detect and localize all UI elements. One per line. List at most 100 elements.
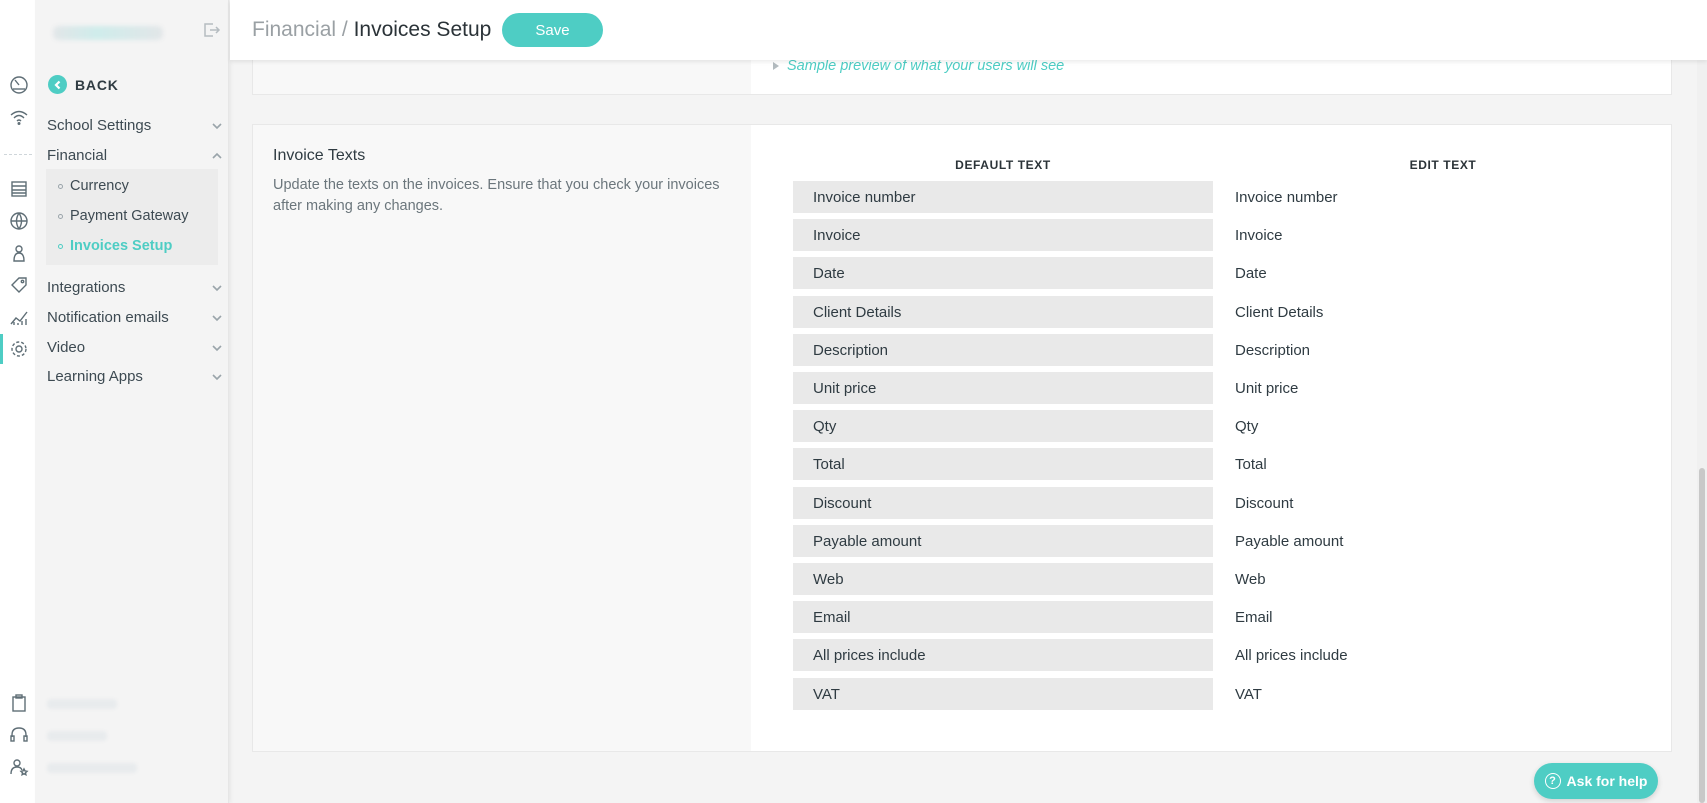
bullet-icon	[58, 183, 63, 189]
wifi-icon[interactable]	[8, 106, 30, 128]
tag-icon[interactable]	[8, 274, 30, 296]
chevron-down-icon	[211, 311, 223, 323]
edit-text-input[interactable]	[1233, 372, 1653, 404]
submenu-item-invoices-setup[interactable]: Invoices Setup	[58, 238, 172, 254]
default-text-cell: Email	[793, 601, 1213, 633]
sidebar-item-school-settings[interactable]: School Settings	[47, 112, 223, 138]
rail-active-indicator	[0, 334, 3, 364]
chart-icon[interactable]	[8, 306, 30, 328]
default-text-cell: Total	[793, 448, 1213, 480]
financial-submenu: Currency Payment Gateway Invoices Setup	[46, 169, 218, 265]
scrollbar[interactable]	[1697, 60, 1707, 803]
edit-text-input[interactable]	[1233, 334, 1653, 366]
default-text-cell: Qty	[793, 410, 1213, 442]
edit-text-input[interactable]	[1233, 678, 1653, 710]
sidebar-item-financial[interactable]: Financial	[47, 142, 223, 168]
edit-text-input[interactable]	[1233, 563, 1653, 595]
footer-placeholder	[47, 763, 137, 773]
help-icon: ?	[1544, 773, 1561, 789]
default-text-cell: Date	[793, 257, 1213, 289]
gear-icon[interactable]	[8, 338, 30, 360]
sidebar-item-label: Integrations	[47, 278, 126, 296]
submenu-item-currency[interactable]: Currency	[58, 178, 129, 194]
sidebar-item-notification-emails[interactable]: Notification emails	[47, 304, 223, 330]
sample-preview-label: Sample preview of what your users will s…	[787, 58, 1065, 74]
bullet-icon	[58, 243, 63, 249]
back-label: BACK	[75, 76, 119, 93]
icon-rail	[0, 0, 35, 803]
back-arrow-icon	[48, 75, 67, 94]
logout-icon[interactable]	[201, 20, 223, 42]
sidebar-item-label: School Settings	[47, 116, 152, 134]
default-text-cell: All prices include	[793, 639, 1213, 671]
section-title: Invoice Texts	[273, 147, 366, 164]
sidebar-item-label: Learning Apps	[47, 367, 143, 385]
save-button[interactable]: Save	[502, 13, 603, 47]
rail-divider	[4, 154, 32, 155]
default-text-cell: Discount	[793, 487, 1213, 519]
sidebar-item-label: Video	[47, 338, 86, 356]
submenu-item-payment-gateway[interactable]: Payment Gateway	[58, 208, 188, 224]
chevron-up-icon	[211, 149, 223, 161]
team-icon[interactable]	[8, 756, 30, 778]
sidebar-item-label: Notification emails	[47, 308, 169, 326]
user-icon[interactable]	[8, 242, 30, 264]
default-text-cell: Unit price	[793, 372, 1213, 404]
sidebar-item-integrations[interactable]: Integrations	[47, 274, 223, 300]
headset-icon[interactable]	[8, 724, 30, 746]
edit-text-input[interactable]	[1233, 219, 1653, 251]
section-description: Update the texts on the invoices. Ensure…	[273, 177, 720, 214]
sample-preview-toggle[interactable]: Sample preview of what your users will s…	[773, 58, 1064, 74]
default-text-cell: Web	[793, 563, 1213, 595]
edit-text-input[interactable]	[1233, 639, 1653, 671]
back-button[interactable]: BACK	[48, 75, 119, 94]
edit-text-input[interactable]	[1233, 296, 1653, 328]
help-label: Ask for help	[1566, 773, 1648, 789]
breadcrumb: Financial / Invoices Setup	[252, 18, 491, 42]
globe-icon[interactable]	[8, 210, 30, 232]
submenu-item-label: Payment Gateway	[70, 208, 189, 224]
scrollbar-thumb[interactable]	[1699, 468, 1705, 803]
list-icon[interactable]	[8, 178, 30, 200]
section-info-pane: Invoice Texts Update the texts on the in…	[253, 125, 751, 751]
bullet-icon	[58, 213, 63, 219]
ask-for-help-button[interactable]: ? Ask for help	[1534, 763, 1658, 799]
default-text-cell: Invoice number	[793, 181, 1213, 213]
edit-text-input[interactable]	[1233, 487, 1653, 519]
column-header-default: DEFAULT TEXT	[955, 158, 1051, 172]
footer-placeholder	[47, 699, 117, 709]
logo-area	[35, 0, 229, 62]
default-text-cell: Invoice	[793, 219, 1213, 251]
breadcrumb-parent[interactable]: Financial	[252, 18, 336, 41]
edit-text-input[interactable]	[1233, 448, 1653, 480]
chevron-down-icon	[211, 370, 223, 382]
edit-text-input[interactable]	[1233, 601, 1653, 633]
chevron-down-icon	[211, 281, 223, 293]
edit-text-input[interactable]	[1233, 525, 1653, 557]
default-text-cell: Payable amount	[793, 525, 1213, 557]
breadcrumb-separator: /	[336, 18, 354, 41]
sidebar-item-video[interactable]: Video	[47, 334, 223, 360]
sidebar-item-label: Financial	[47, 146, 108, 164]
edit-text-input[interactable]	[1233, 257, 1653, 289]
preview-section: Sample preview of what your users will s…	[252, 58, 1672, 95]
chevron-down-icon	[211, 341, 223, 353]
caret-right-icon	[773, 62, 779, 70]
edit-text-input[interactable]	[1233, 410, 1653, 442]
page-title: Invoices Setup	[353, 18, 492, 41]
edit-text-input[interactable]	[1233, 181, 1653, 213]
default-text-cell: Description	[793, 334, 1213, 366]
preview-left-pane	[253, 58, 751, 94]
top-bar: Financial / Invoices Setup Save	[230, 0, 1707, 60]
default-text-cell: VAT	[793, 678, 1213, 710]
dashboard-icon[interactable]	[8, 74, 30, 96]
school-logo	[53, 26, 163, 40]
invoice-texts-section: Invoice Texts Update the texts on the in…	[252, 124, 1672, 752]
sidebar: BACK School Settings Financial Currency …	[35, 0, 229, 803]
default-text-cell: Client Details	[793, 296, 1213, 328]
chevron-down-icon	[211, 119, 223, 131]
submenu-item-label: Currency	[70, 178, 129, 194]
column-header-edit: EDIT TEXT	[1409, 158, 1477, 172]
clipboard-icon[interactable]	[8, 692, 30, 714]
sidebar-item-learning-apps[interactable]: Learning Apps	[47, 363, 223, 389]
